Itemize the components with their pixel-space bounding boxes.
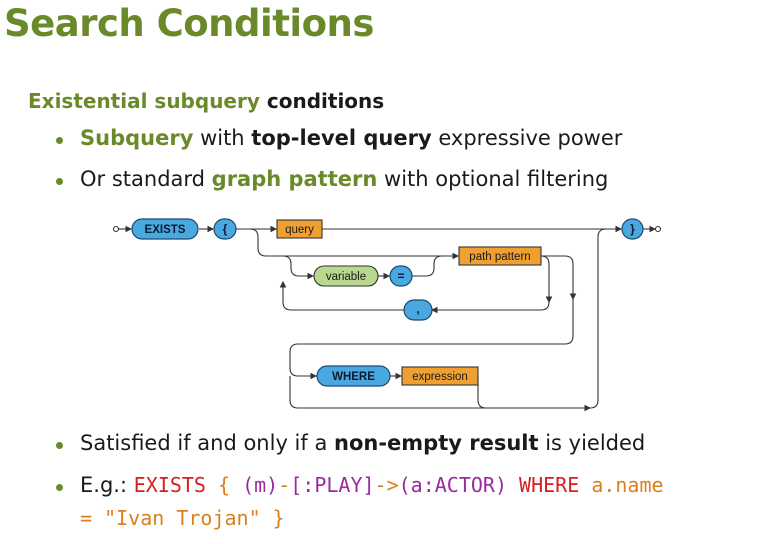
where-terminal: WHERE [316,365,391,387]
end-node [654,225,662,233]
svg-text:variable: variable [326,271,366,283]
example-rel: [:PLAY] [290,473,375,497]
equals-terminal: = [389,265,413,287]
svg-text:=: = [397,269,404,283]
bullet-dot [56,442,63,449]
comma-terminal: , [403,299,433,321]
example-eq: = [80,506,93,530]
svg-text:{: { [223,222,228,236]
example-dash: - [278,473,291,497]
svg-text:EXISTS: EXISTS [145,224,186,236]
bullet-3-a: Satisfied if and only if a [80,431,334,455]
bullet-dot [56,484,63,491]
example-arrow: -> [374,473,399,497]
start-node [112,225,120,233]
svg-text:path pattern: path pattern [469,251,530,263]
bullet-3-c: is yielded [538,431,646,455]
svg-text:}: } [630,222,635,236]
example-node-a: (a:ACTOR) [398,473,508,497]
svg-text:query: query [285,224,314,236]
example-prefix: E.g.: [80,473,134,497]
query-nonterminal: query [276,219,323,239]
path-pattern-nonterminal: path pattern [458,246,542,266]
example-exists: EXISTS [133,473,206,497]
lbrace-terminal: { [213,218,237,240]
rbrace-terminal: } [621,218,644,240]
exists-terminal: EXISTS [131,218,199,240]
example-continuation: = "Ivan Trojan" } [80,506,285,530]
example-lbrace: { [205,473,243,497]
expression-nonterminal: expression [401,366,479,386]
bullet-satisfied: Satisfied if and only if a non-empty res… [56,431,646,455]
example-prop: a.name [591,473,664,497]
syntax-diagram: EXISTS { query } variable = path pattern… [112,218,662,412]
example-where: WHERE [507,473,592,497]
bullet-3-b: non-empty result [334,431,539,455]
example-string: "Ivan Trojan" [92,506,273,530]
bullet-example: E.g.: EXISTS { (m)-[:PLAY]->(a:ACTOR) WH… [56,473,664,497]
variable-node: variable [313,265,379,287]
svg-text:expression: expression [412,371,468,383]
example-node-m: (m) [242,473,279,497]
example-rbrace: } [272,506,285,530]
svg-text:WHERE: WHERE [332,371,375,383]
svg-text:,: , [416,302,419,316]
